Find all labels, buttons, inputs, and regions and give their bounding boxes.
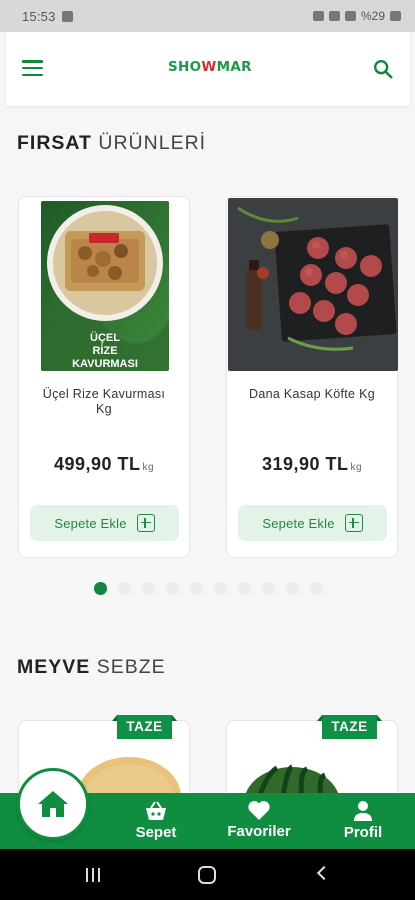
wifi-icon [328,11,340,21]
product-image[interactable] [228,198,398,371]
menu-icon[interactable] [22,60,43,78]
user-icon [354,801,372,821]
notification-icon [61,10,73,22]
carousel-dot[interactable] [214,582,227,595]
product-name[interactable]: Dana Kasap Köfte Kg [227,387,397,402]
carousel-dot[interactable] [94,582,107,595]
basket-icon [146,801,166,820]
carousel-dot[interactable] [238,582,251,595]
carousel-dot[interactable] [142,582,155,595]
plus-icon [344,514,363,532]
section-title-firsat: FIRSAT ÜRÜNLERİ [17,132,207,154]
status-icons: %29 [312,9,401,23]
add-to-cart-button[interactable]: Sepete Ekle [238,505,387,541]
home-icon [38,791,68,817]
product-card[interactable]: ÜÇEL RİZE KAVURMASI Üçel Rize Kavurması … [18,196,190,558]
system-home-icon[interactable] [198,866,216,884]
product-price: 499,90 TL kg [53,454,155,474]
add-to-cart-button[interactable]: Sepete Ekle [30,505,179,541]
nav-cart-label: Sepet [135,824,177,841]
image-caption-2: RİZE [92,344,117,357]
battery-icon [390,11,401,21]
nav-profile[interactable]: Profil [342,800,384,841]
nav-profile-label: Profil [343,824,383,841]
plus-icon [136,514,155,532]
app-logo[interactable]: SHOWMAR [168,59,252,75]
app-header: SHOWMAR [6,32,410,106]
product-name[interactable]: Üçel Rize Kavurması Kg [19,387,189,417]
mute-icon [312,11,324,21]
taze-badge: TAZE [112,715,177,739]
image-caption-3: KAVURMASI [72,358,138,370]
back-icon[interactable] [316,865,332,881]
nav-cart[interactable]: Sepet [135,800,177,841]
product-price: 319,90 TL kg [261,454,363,474]
add-to-cart-label: Sepete Ekle [54,515,127,531]
signal-icon [344,11,356,21]
taze-badge: TAZE [317,715,382,739]
search-icon[interactable] [372,58,394,80]
product-card[interactable]: Dana Kasap Köfte Kg 319,90 TL kg Sepete E… [226,196,398,558]
image-caption-1: ÜÇEL [90,331,120,344]
home-button[interactable] [17,768,89,840]
carousel-dot[interactable] [310,582,323,595]
battery-level: %29 [360,9,385,23]
product-image[interactable] [74,739,184,799]
carousel-dot[interactable] [286,582,299,595]
status-time: 15:53 [22,8,56,24]
section-title-meyve: MEYVE SEBZE [17,656,166,678]
carousel-dot[interactable] [190,582,203,595]
nav-favorites-label: Favoriler [227,823,291,840]
carousel-dot[interactable] [262,582,275,595]
recent-apps-icon[interactable] [86,868,100,882]
status-bar: 15:53 %29 [0,0,415,32]
system-navigation-bar [0,849,415,900]
nav-favorites[interactable]: Favoriler [224,800,294,840]
carousel-dot[interactable] [118,582,131,595]
carousel-pagination [94,582,323,595]
heart-icon [248,801,270,820]
carousel-dot[interactable] [166,582,179,595]
add-to-cart-label: Sepete Ekle [262,515,335,531]
product-image[interactable]: ÜÇEL RİZE KAVURMASI [41,201,169,371]
